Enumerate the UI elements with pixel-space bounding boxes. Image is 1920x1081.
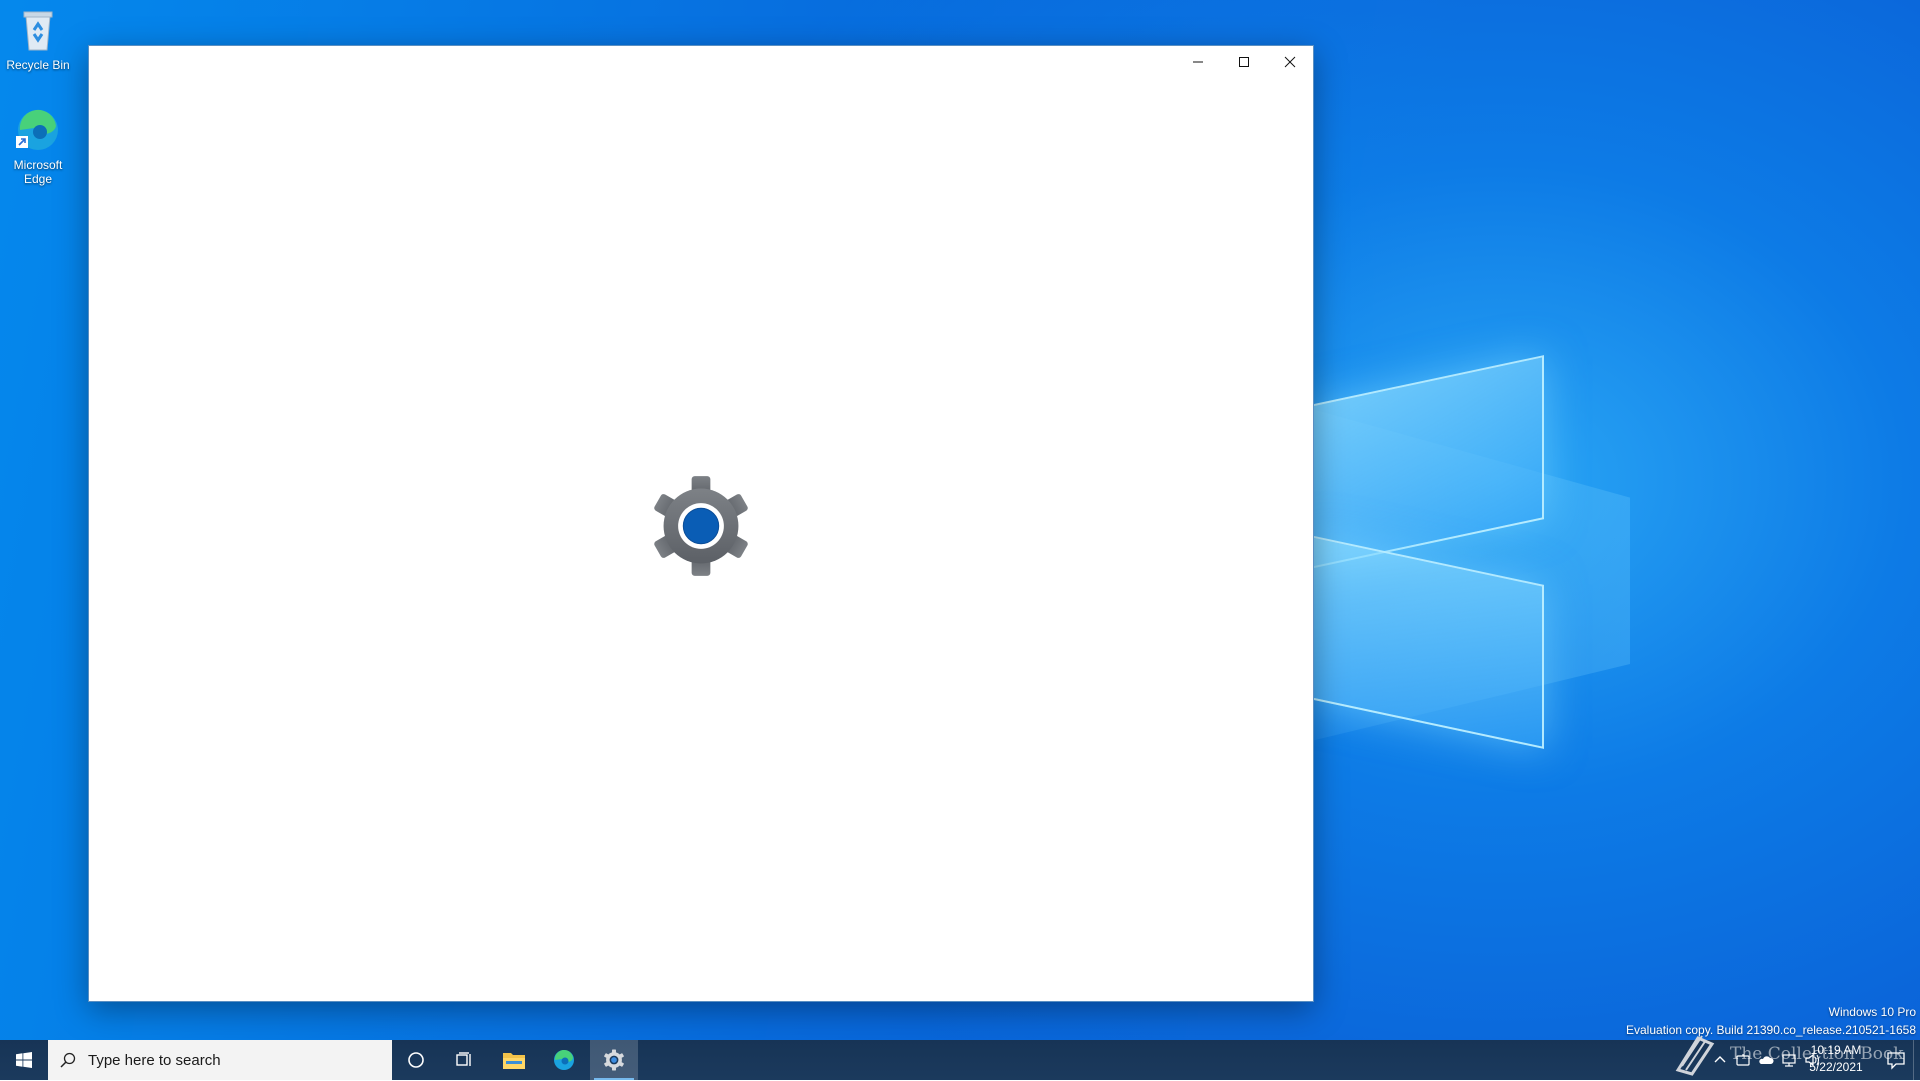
desktop-icon-microsoft-edge[interactable]: Microsoft Edge xyxy=(0,106,76,186)
settings-gear-icon xyxy=(654,476,748,576)
taskbar-search-box[interactable]: Type here to search xyxy=(48,1040,392,1080)
edge-icon xyxy=(554,1049,574,1070)
watermark-build: Evaluation copy. Build 21390.co_release.… xyxy=(1626,1023,1916,1037)
settings-taskbar-button[interactable] xyxy=(590,1040,638,1080)
recycle-bin-icon xyxy=(14,6,62,54)
file-explorer-icon xyxy=(503,1053,525,1069)
windows-logo-wallpaper xyxy=(1310,355,1550,749)
window-titlebar[interactable] xyxy=(89,46,1313,78)
maximize-icon xyxy=(1239,57,1249,67)
show-desktop-button[interactable] xyxy=(1913,1040,1920,1080)
search-placeholder: Type here to search xyxy=(88,1051,221,1069)
os-watermark: Windows 10 Pro Evaluation copy. Build 21… xyxy=(1626,1004,1916,1038)
start-button[interactable] xyxy=(0,1040,48,1080)
edge-icon xyxy=(14,106,62,154)
file-explorer-button[interactable] xyxy=(490,1040,538,1080)
desktop-icon-label: Recycle Bin xyxy=(6,58,70,72)
taskbar: Type here to search xyxy=(0,1040,1920,1080)
settings-window[interactable] xyxy=(88,45,1314,1002)
taskbar-clock[interactable]: 10:19 AM 5/22/2021 xyxy=(1796,1042,1876,1076)
desktop-background: Recycle Bin Microsoft Edge Windows 10 Pr… xyxy=(0,0,1920,1040)
task-view-button[interactable] xyxy=(440,1040,488,1080)
edge-taskbar-button[interactable] xyxy=(540,1040,588,1080)
task-view-icon xyxy=(456,1052,471,1066)
minimize-icon xyxy=(1193,61,1203,63)
network-icon[interactable] xyxy=(1781,1052,1797,1068)
onedrive-cloud-icon[interactable] xyxy=(1758,1052,1774,1068)
close-icon xyxy=(1284,56,1296,68)
desktop-icon-label: Microsoft Edge xyxy=(13,158,63,186)
watermark-edition: Windows 10 Pro xyxy=(1828,1005,1916,1019)
close-button[interactable] xyxy=(1267,46,1313,78)
minimize-button[interactable] xyxy=(1175,46,1221,78)
action-center-icon[interactable] xyxy=(1886,1050,1906,1070)
clock-date: 5/22/2021 xyxy=(1809,1060,1863,1074)
search-icon xyxy=(48,1052,88,1068)
cortana-button[interactable] xyxy=(392,1040,440,1080)
clock-time: 10:19 AM xyxy=(1810,1043,1862,1057)
windows-start-icon xyxy=(16,1052,32,1068)
show-hidden-icons-icon[interactable] xyxy=(1712,1052,1728,1068)
meet-now-icon[interactable] xyxy=(1735,1052,1751,1068)
maximize-button[interactable] xyxy=(1221,46,1267,78)
desktop-icon-recycle-bin[interactable]: Recycle Bin xyxy=(0,6,76,72)
cortana-icon xyxy=(408,1052,424,1068)
settings-icon xyxy=(604,1049,624,1071)
